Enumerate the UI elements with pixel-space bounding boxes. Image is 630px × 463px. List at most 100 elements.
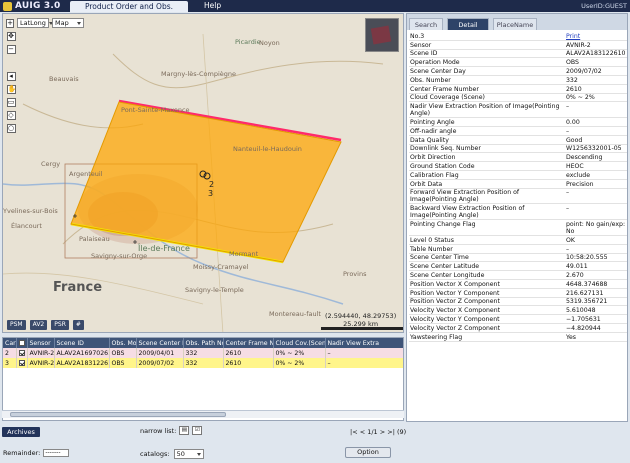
help-menu[interactable]: Help xyxy=(204,0,221,12)
detail-row: Backward View Extraction Position of Ima… xyxy=(409,204,627,221)
detail-value: −4.820944 xyxy=(566,324,601,332)
option-button[interactable]: Option xyxy=(345,447,391,458)
cell-cart: 2 xyxy=(3,348,17,358)
detail-value: 216.627131 xyxy=(566,289,604,297)
narrow-list-label: narrow list: xyxy=(140,426,177,435)
remainder-label: Remainder: xyxy=(3,449,41,457)
tab-product-order[interactable]: Product Order and Obs. Request xyxy=(70,1,188,22)
detail-key: Forward View Extraction Position of Imag… xyxy=(410,189,520,204)
zoom-out-icon[interactable]: − xyxy=(6,45,16,54)
select-all-checkbox[interactable] xyxy=(18,339,25,346)
tab-detail[interactable]: Detail xyxy=(447,18,489,30)
detail-key: Off-nadir angle xyxy=(410,127,457,135)
catalogs: catalogs: 50 xyxy=(140,449,204,459)
scrollbar-thumb[interactable] xyxy=(10,412,226,417)
map-label: Provins xyxy=(343,270,367,278)
zoom-toolbar: ✥ − ◂ ✋ ▭ ◇ ○ xyxy=(6,32,16,133)
cell-check[interactable] xyxy=(16,358,28,368)
table-row[interactable]: 3 AVNIR-2 ALAV2A183122610 OBS 2009/07/02… xyxy=(3,358,403,368)
detail-key: Orbit Data xyxy=(410,180,443,188)
table-header: Cart Sensor Scene ID Obs. Mode Scene Cen… xyxy=(3,338,403,348)
top-bar: AUIG 3.0 Product Order and Obs. Request … xyxy=(0,0,630,22)
latlong-select[interactable]: LatLong xyxy=(17,18,53,28)
detail-panel: Search Detail PlaceName No.3 Print Sensor A… xyxy=(406,13,628,422)
detail-row: Operation Mode OBS xyxy=(409,58,627,68)
scale-info: (2.594440, 48.29753) 25.299 km xyxy=(325,312,396,328)
zoom-in-icon[interactable]: + xyxy=(6,18,14,28)
box-select-icon[interactable]: ▭ xyxy=(6,98,16,107)
map-label: Palaiseau xyxy=(79,235,110,243)
polygon-select-icon[interactable]: ◇ xyxy=(6,111,16,120)
detail-row: Off-nadir angle – xyxy=(409,127,627,136)
detail-value: 4648.374688 xyxy=(566,280,608,288)
scene-thumbnail xyxy=(365,18,399,52)
detail-row: Nadir View Extraction Position of Image(… xyxy=(409,102,627,119)
col-sensor[interactable]: Sensor xyxy=(27,338,55,348)
row-checkbox[interactable] xyxy=(18,349,25,356)
archives-button[interactable]: Archives xyxy=(2,427,40,437)
detail-row: Scene ID ALAV2A183122610 xyxy=(409,50,627,59)
pan-icon[interactable]: ✥ xyxy=(6,32,16,41)
layer-grid-button[interactable]: # xyxy=(72,320,84,330)
map-label: Argenteuil xyxy=(69,170,103,178)
map-view[interactable]: 2 3 Picardie Noyon Beauvais Margny-lès-C… xyxy=(2,13,404,333)
result-table: Cart Sensor Scene ID Obs. Mode Scene Cen… xyxy=(2,337,404,421)
row-checkbox[interactable] xyxy=(18,359,25,366)
col-scene-id[interactable]: Scene ID xyxy=(54,338,110,348)
cell-check[interactable] xyxy=(16,348,28,358)
hand-icon[interactable]: ✋ xyxy=(6,85,16,94)
detail-row: Scene Center Longitude 2.670 xyxy=(409,271,627,280)
col-nadir-view[interactable]: Nadir View Extra xyxy=(325,338,403,348)
detail-key: Scene ID xyxy=(410,50,438,58)
layer-psm-button[interactable]: PSM xyxy=(7,320,26,330)
table-row[interactable]: 2 AVNIR-2 ALAV2A169702610 OBS 2009/04/01… xyxy=(3,348,403,358)
detail-key: Scene Center Latitude xyxy=(410,263,480,271)
tab-search[interactable]: Search xyxy=(409,18,443,30)
catalogs-select-value: 50 xyxy=(176,450,185,458)
detail-key: Obs. Number xyxy=(410,76,451,84)
detail-value: point: No gain/exp: No xyxy=(566,220,626,235)
col-cloud-cov[interactable]: Cloud Cov.(Scene) xyxy=(273,338,326,348)
chevron-down-icon xyxy=(77,21,81,25)
narrow-all-icon[interactable]: ▤ xyxy=(179,426,190,435)
col-path-no[interactable]: Obs. Path No. xyxy=(183,338,224,348)
print-link[interactable]: Print xyxy=(564,32,627,40)
map-label: Noyon xyxy=(259,39,280,47)
detail-row: No.3 Print xyxy=(409,32,627,41)
detail-key: Pointing Angle xyxy=(410,118,455,126)
catalogs-select[interactable]: 50 xyxy=(173,449,204,459)
circle-select-icon[interactable]: ○ xyxy=(6,124,16,133)
narrow-checked-icon[interactable]: ☑ xyxy=(192,426,203,435)
col-check[interactable] xyxy=(16,338,28,348)
panel-tabs: Search Detail PlaceName xyxy=(407,14,627,30)
maptype-select[interactable]: Map xyxy=(52,18,84,28)
detail-key: Data Quality xyxy=(410,136,449,144)
layer-av2-button[interactable]: AV2 xyxy=(29,320,48,330)
cell-cloud-cov: 0% ~ 2% xyxy=(273,358,326,368)
detail-row: Sensor AVNIR-2 xyxy=(409,41,627,50)
detail-value: 5319.356721 xyxy=(566,298,608,306)
col-obs-mode[interactable]: Obs. Mode xyxy=(109,338,137,348)
scene-label-3: 3 xyxy=(208,189,213,198)
detail-value: AVNIR-2 xyxy=(566,41,591,49)
cell-nadir-view: – xyxy=(325,358,403,368)
col-cart[interactable]: Cart xyxy=(3,338,17,348)
table-horizontal-scrollbar[interactable] xyxy=(2,410,404,418)
detail-row: Scene Center Day 2009/07/02 xyxy=(409,67,627,76)
layer-psr-button[interactable]: PSR xyxy=(51,320,69,330)
detail-key: Yawsteering Flag xyxy=(410,333,463,341)
col-frame-no[interactable]: Center Frame No. xyxy=(223,338,274,348)
detail-row: Center Frame Number 2610 xyxy=(409,85,627,94)
cell-center-day: 2009/04/01 xyxy=(136,348,184,358)
map-label: Beauvais xyxy=(49,75,79,83)
pagination[interactable]: |< < 1/1 > >| (9) xyxy=(350,428,406,436)
tab-placename[interactable]: PlaceName xyxy=(493,18,537,30)
coordinate-readout: (2.594440, 48.29753) xyxy=(325,312,397,320)
scene-label-2: 2 xyxy=(209,180,214,189)
detail-key: Orbit Direction xyxy=(410,154,456,162)
detail-key: Operation Mode xyxy=(410,59,460,67)
back-icon[interactable]: ◂ xyxy=(6,72,16,81)
col-center-day[interactable]: Scene Center Day xyxy=(136,338,184,348)
scale-bar xyxy=(321,327,403,330)
detail-value: 2009/07/02 xyxy=(566,67,602,75)
